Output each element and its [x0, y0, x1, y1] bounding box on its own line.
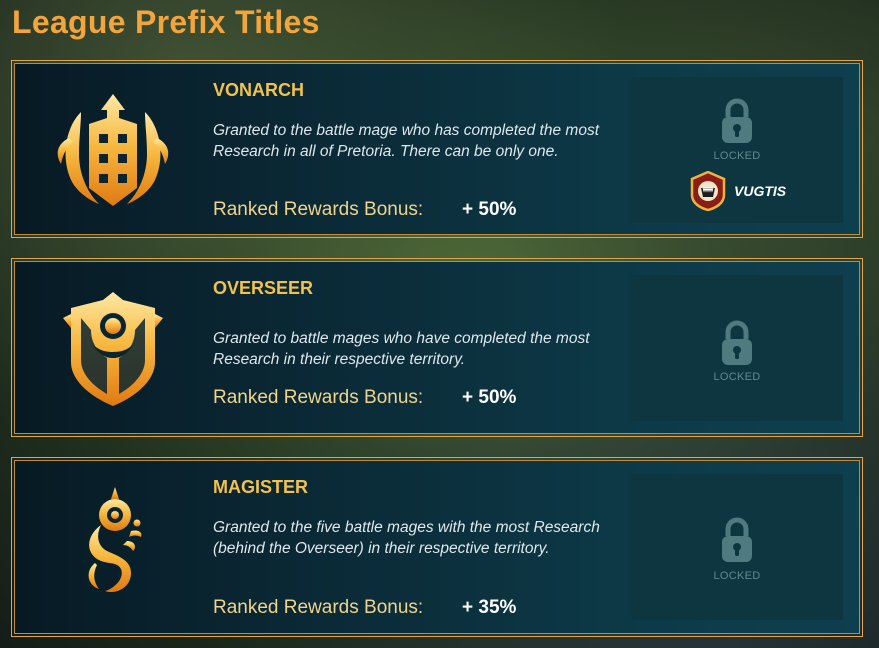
locked-label: LOCKED: [713, 371, 761, 383]
page-title: League Prefix Titles: [12, 4, 320, 40]
locked-label: LOCKED: [713, 570, 761, 582]
card-description: Granted to the five battle mages with th…: [213, 519, 600, 557]
bonus-label: Ranked Rewards Bonus:: [213, 597, 424, 618]
holder-name: VUGTIS: [734, 183, 787, 199]
card-title: MAGISTER: [213, 477, 309, 497]
card-title: OVERSEER: [213, 278, 314, 298]
title-card-magister[interactable]: MAGISTER Granted to the five battle mage…: [11, 457, 863, 637]
lock-panel: LOCKED: [631, 275, 843, 421]
vonarch-emblem-icon: [57, 94, 169, 206]
lock-panel: LOCKED VUGTIS: [631, 77, 843, 223]
card-description: Granted to the battle mage who has compl…: [213, 122, 600, 160]
lock-icon: [720, 516, 754, 564]
lock-panel: LOCKED: [631, 474, 843, 620]
card-description: Granted to battle mages who have complet…: [213, 330, 590, 368]
title-card-overseer[interactable]: OVERSEER Granted to battle mages who hav…: [11, 258, 863, 437]
locked-label: LOCKED: [713, 150, 761, 162]
player-avatar-badge-icon: [690, 171, 726, 211]
bonus-value: + 50%: [462, 199, 517, 220]
magister-emblem-icon: [88, 487, 142, 593]
lock-icon: [720, 97, 754, 145]
bonus-label: Ranked Rewards Bonus:: [213, 199, 424, 220]
title-card-vonarch[interactable]: VONARCH Granted to the battle mage who h…: [11, 60, 863, 238]
overseer-emblem-icon: [63, 292, 163, 406]
bonus-value: + 35%: [462, 597, 517, 618]
bonus-label: Ranked Rewards Bonus:: [213, 387, 424, 408]
card-title: VONARCH: [213, 80, 305, 100]
bonus-value: + 50%: [462, 387, 517, 408]
lock-icon: [720, 319, 754, 367]
